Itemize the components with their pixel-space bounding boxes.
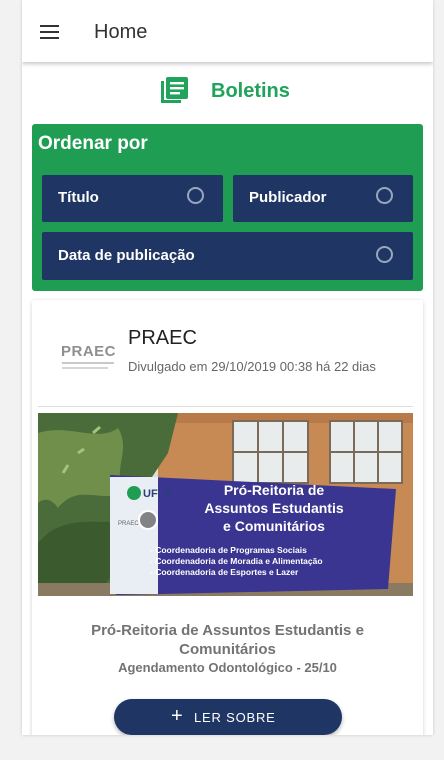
banner-bullet-1: - Coordenadoria de Programas Sociais bbox=[150, 545, 307, 555]
banner-line-1: Pró-Reitoria de bbox=[224, 482, 325, 498]
page-heading: Boletins bbox=[22, 74, 433, 106]
plus-icon: + bbox=[171, 705, 183, 727]
sort-option-date[interactable]: Data de publicação bbox=[42, 232, 413, 280]
sort-option-label: Data de publicação bbox=[58, 247, 195, 264]
publisher-logo-text: PRAEC bbox=[61, 343, 117, 360]
banner-bullet-3: - Coordenadoria de Esportes e Lazer bbox=[150, 567, 299, 577]
document-list-icon bbox=[161, 77, 188, 103]
radio-unchecked-icon[interactable] bbox=[376, 246, 393, 263]
card-title: Pró-Reitoria de Assuntos Estudantis e Co… bbox=[91, 622, 364, 658]
sort-panel: Ordenar por Título Publicador Data de pu… bbox=[32, 124, 423, 291]
banner-bullet-2: - Coordenadoria de Moradia e Alimentação bbox=[150, 556, 323, 566]
app-frame: Home Boletins Ordenar por Título Publica… bbox=[22, 0, 433, 735]
bulletin-image[interactable]: UFLA PRAEC Pró-Reitoria de Assuntos Estu… bbox=[38, 413, 413, 596]
appbar-title: Home bbox=[94, 21, 148, 43]
radio-unchecked-icon[interactable] bbox=[376, 187, 393, 204]
page-title: Boletins bbox=[211, 80, 290, 102]
app-bar: Home bbox=[22, 0, 433, 62]
card-subtitle: Agendamento Odontológico - 25/10 bbox=[118, 660, 337, 675]
sort-title: Ordenar por bbox=[38, 133, 148, 154]
read-more-label: LER SOBRE bbox=[194, 710, 276, 725]
divider bbox=[38, 406, 413, 407]
banner-line-2: Assuntos Estudantis bbox=[204, 500, 343, 516]
banner-logo-text: UFLA bbox=[143, 488, 172, 500]
publisher-logo: PRAEC bbox=[59, 343, 117, 375]
carousel-indicator[interactable] bbox=[138, 510, 158, 530]
sort-option-publisher[interactable]: Publicador bbox=[233, 175, 413, 222]
radio-unchecked-icon[interactable] bbox=[187, 187, 204, 204]
card-author: PRAEC bbox=[128, 327, 197, 349]
sort-option-title[interactable]: Título bbox=[42, 175, 223, 222]
sort-option-label: Publicador bbox=[249, 189, 327, 206]
banner-side-tag: PRAEC bbox=[118, 521, 139, 527]
banner-line-3: e Comunitários bbox=[223, 518, 325, 534]
sort-option-label: Título bbox=[58, 189, 99, 206]
card-date: Divulgado em 29/10/2019 00:38 há 22 dias bbox=[128, 359, 376, 374]
menu-icon[interactable] bbox=[40, 24, 60, 40]
read-more-button[interactable]: + LER SOBRE bbox=[114, 699, 342, 735]
bulletin-card: PRAEC PRAEC Divulgado em 29/10/2019 00:3… bbox=[32, 300, 423, 735]
